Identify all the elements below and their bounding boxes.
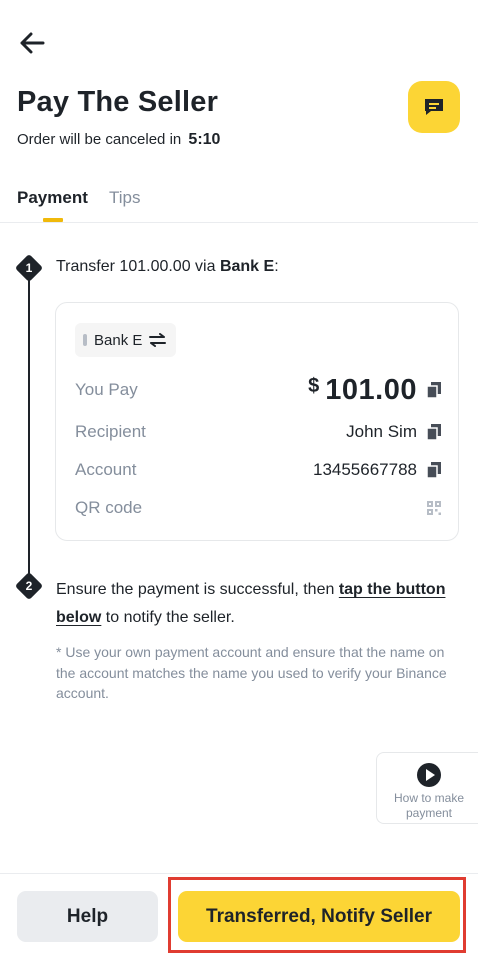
copy-icon[interactable] (426, 382, 441, 399)
qr-code-icon[interactable] (427, 501, 441, 515)
swap-arrows-icon (149, 333, 167, 347)
how-to-pay-label: How to make payment (393, 791, 465, 820)
payment-note: * Use your own payment account and ensur… (56, 644, 447, 701)
payment-details-card: Bank E You Pay $ 101.00 Recipient John S… (55, 302, 459, 541)
step-2-instruction: Ensure the payment is successful, then t… (56, 576, 456, 632)
recipient-value: John Sim (346, 422, 417, 441)
tab-payment[interactable]: Payment (17, 188, 88, 208)
step-1-number: 1 (25, 261, 33, 275)
play-icon (417, 763, 441, 787)
active-tab-indicator (43, 218, 63, 222)
step-1-instruction: Transfer 101.00.00 via Bank E: (56, 258, 279, 276)
qr-code-label: QR code (75, 498, 143, 517)
step-2-suffix: to notify the seller. (105, 609, 235, 626)
bank-name: Bank E (94, 331, 143, 349)
chat-button[interactable] (408, 81, 460, 133)
tab-tips[interactable]: Tips (109, 188, 141, 208)
pay-amount: $ 101.00 (308, 374, 417, 407)
currency-symbol: $ (308, 374, 320, 397)
cancel-text: Order will be canceled in (17, 131, 182, 148)
recipient-label: Recipient (75, 422, 146, 441)
timeline-line (28, 274, 30, 582)
bank-selector[interactable]: Bank E (75, 323, 177, 357)
recipient-row: Recipient John Sim (75, 419, 441, 445)
help-button[interactable]: Help (17, 891, 158, 942)
qr-code-row: QR code (75, 495, 441, 521)
page-title: Pay The Seller (17, 86, 219, 118)
tab-bar: Payment Tips (0, 184, 478, 223)
step-1-prefix: Transfer 101.00.00 via (56, 258, 216, 275)
chat-icon (425, 99, 443, 115)
how-to-pay-button[interactable]: How to make payment (376, 752, 478, 824)
bank-indicator (83, 334, 87, 346)
back-button[interactable] (14, 26, 50, 60)
amount-value: 101.00 (325, 373, 417, 406)
you-pay-label: You Pay (75, 380, 138, 399)
account-value: 13455667788 (312, 460, 417, 479)
account-row: Account 13455667788 (75, 457, 441, 483)
step-2-number: 2 (25, 579, 33, 593)
copy-icon[interactable] (426, 424, 441, 441)
arrow-left-icon (20, 32, 45, 54)
footer-divider (0, 873, 478, 874)
notify-seller-button[interactable]: Transferred, Notify Seller (178, 891, 460, 942)
countdown-timer: 5:10 (188, 131, 221, 148)
step-1-suffix: : (274, 258, 279, 275)
you-pay-row: You Pay $ 101.00 (75, 369, 441, 411)
step-1-bank: Bank E (219, 258, 275, 275)
step-2-prefix: Ensure the payment is successful, then (56, 581, 335, 598)
copy-icon[interactable] (426, 462, 441, 479)
account-label: Account (75, 460, 137, 479)
cancel-countdown: Order will be canceled in 5:10 (17, 131, 220, 149)
